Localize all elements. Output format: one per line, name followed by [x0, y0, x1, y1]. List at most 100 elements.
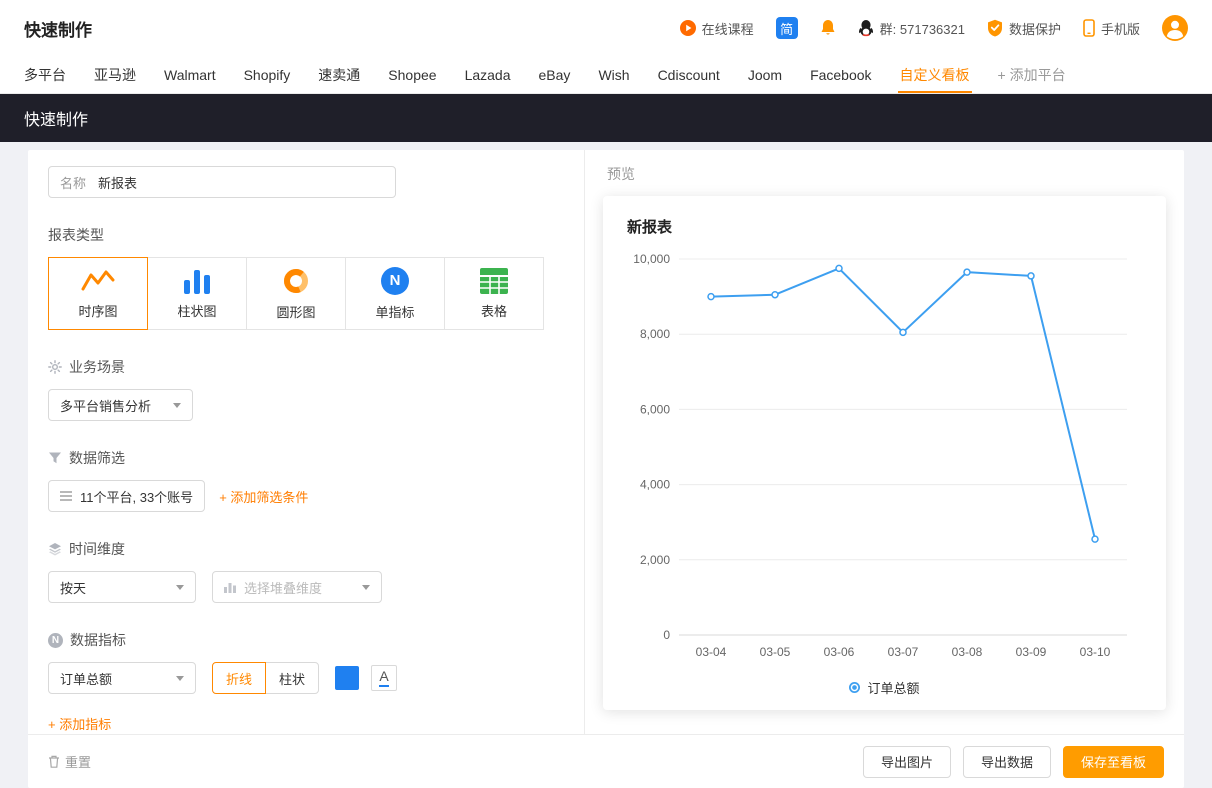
preview-card: 新报表 02,0004,0006,0008,00010,00003-0403-0… [603, 196, 1166, 710]
user-avatar[interactable] [1162, 15, 1188, 41]
data-filter-heading: 数据筛选 [48, 448, 564, 468]
page-title: 快速制作 [24, 106, 88, 130]
layers-icon [48, 542, 62, 556]
donut-chart-icon [282, 267, 310, 295]
metric-select[interactable]: 订单总额 [48, 662, 196, 694]
svg-text:03-07: 03-07 [888, 645, 919, 659]
tab-lazada[interactable]: Lazada [451, 56, 525, 93]
mobile-version-link[interactable]: 手机版 [1083, 19, 1140, 38]
report-name-label: 名称 [60, 173, 86, 192]
filter-summary-text: 11个平台, 33个账号 [80, 487, 193, 506]
online-course-label: 在线课程 [702, 19, 754, 38]
business-scene-value: 多平台销售分析 [60, 396, 151, 415]
svg-text:10,000: 10,000 [633, 252, 670, 266]
color-swatch-button[interactable] [335, 666, 359, 690]
chart-type-pie[interactable]: 圆形图 [246, 257, 346, 330]
action-bar: 重置 导出图片 导出数据 保存至看板 [28, 734, 1184, 788]
metric-circle-icon: N [48, 633, 63, 648]
svg-text:6,000: 6,000 [640, 402, 670, 416]
business-scene-heading: 业务场景 [48, 357, 564, 377]
tab-aliexpress[interactable]: 速卖通 [304, 56, 374, 93]
data-metrics-heading-text: 数据指标 [70, 630, 126, 650]
chart-type-selector: 时序图 柱状图 圆形图 N 单指标 [48, 257, 564, 330]
top-header: 快速制作 在线课程 简 群: 571736321 数据保护 手机版 [0, 0, 1212, 56]
simplified-chinese-badge[interactable]: 简 [776, 17, 798, 39]
reset-label: 重置 [65, 752, 91, 771]
tab-wish[interactable]: Wish [584, 56, 643, 93]
mobile-version-label: 手机版 [1101, 19, 1140, 38]
svg-text:03-08: 03-08 [952, 645, 983, 659]
chart-type-single-metric[interactable]: N 单指标 [345, 257, 445, 330]
chart-type-table[interactable]: 表格 [444, 257, 544, 330]
chart-type-label: 圆形图 [276, 302, 315, 321]
platform-tabs: 多平台 亚马逊 Walmart Shopify 速卖通 Shopee Lazad… [0, 56, 1212, 94]
business-scene-select[interactable]: 多平台销售分析 [48, 389, 193, 421]
stack-dimension-select[interactable]: 选择堆叠维度 [212, 571, 382, 603]
font-color-letter: A [379, 669, 388, 686]
chart-type-label: 表格 [481, 301, 507, 320]
qq-group-label: 群: 571736321 [880, 19, 965, 38]
add-metric-link[interactable]: + 添加指标 [48, 714, 111, 733]
svg-text:8,000: 8,000 [640, 327, 670, 341]
time-dimension-heading: 时间维度 [48, 539, 564, 559]
font-color-button[interactable]: A [371, 665, 397, 691]
export-data-button[interactable]: 导出数据 [963, 746, 1051, 778]
metric-value: 订单总额 [60, 669, 112, 688]
series-style-toggle-group: 折线 柱状 [212, 662, 319, 694]
business-scene-heading-text: 业务场景 [69, 357, 125, 377]
tab-ebay[interactable]: eBay [525, 56, 585, 93]
filter-summary-button[interactable]: 11个平台, 33个账号 [48, 480, 205, 512]
tab-joom[interactable]: Joom [734, 56, 796, 93]
svg-text:4,000: 4,000 [640, 478, 670, 492]
data-filter-heading-text: 数据筛选 [69, 448, 125, 468]
chart-type-timeseries[interactable]: 时序图 [48, 257, 148, 330]
trash-icon [48, 755, 60, 768]
tab-walmart[interactable]: Walmart [150, 56, 230, 93]
export-image-button[interactable]: 导出图片 [863, 746, 951, 778]
add-platform-button[interactable]: + 添加平台 [984, 56, 1080, 93]
add-filter-link[interactable]: + 添加筛选条件 [219, 487, 308, 506]
tab-cdiscount[interactable]: Cdiscount [644, 56, 734, 93]
chart-type-bar[interactable]: 柱状图 [147, 257, 247, 330]
time-dimension-heading-text: 时间维度 [69, 539, 125, 559]
online-course-button[interactable]: 在线课程 [680, 19, 754, 38]
preview-panel: 预览 新报表 02,0004,0006,0008,00010,00003-040… [585, 150, 1184, 734]
stack-dimension-placeholder: 选择堆叠维度 [244, 578, 322, 597]
tab-facebook[interactable]: Facebook [796, 56, 885, 93]
line-style-toggle[interactable]: 折线 [212, 662, 266, 694]
phone-icon [1083, 19, 1095, 37]
notification-bell-icon[interactable] [820, 19, 836, 37]
data-metrics-heading: N 数据指标 [48, 630, 564, 650]
play-circle-icon [680, 20, 696, 36]
table-icon [480, 268, 508, 294]
single-metric-icon: N [381, 267, 409, 295]
qq-group-link[interactable]: 群: 571736321 [858, 19, 965, 38]
tab-custom-dashboard[interactable]: 自定义看板 [886, 56, 984, 93]
reset-button[interactable]: 重置 [48, 752, 91, 771]
tab-shopify[interactable]: Shopify [230, 56, 305, 93]
svg-text:03-09: 03-09 [1016, 645, 1047, 659]
data-protection-link[interactable]: 数据保护 [987, 19, 1061, 38]
preview-line-chart: 02,0004,0006,0008,00010,00003-0403-0503-… [621, 243, 1143, 673]
legend-label: 订单总额 [867, 678, 919, 697]
time-granularity-select[interactable]: 按天 [48, 571, 196, 603]
app-title: 快速制作 [24, 16, 92, 41]
bar-chart-icon [182, 268, 212, 294]
svg-text:03-05: 03-05 [760, 645, 791, 659]
save-to-dashboard-button[interactable]: 保存至看板 [1063, 746, 1164, 778]
tab-amazon[interactable]: 亚马逊 [80, 56, 150, 93]
legend-marker-icon [849, 682, 860, 693]
report-config-panel: 名称 新报表 报表类型 时序图 柱状图 [28, 150, 585, 734]
chevron-down-icon [176, 585, 184, 590]
chevron-down-icon [176, 676, 184, 681]
time-granularity-value: 按天 [60, 578, 86, 597]
list-icon [60, 491, 72, 501]
report-type-heading-text: 报表类型 [48, 225, 104, 245]
report-name-field[interactable]: 名称 新报表 [48, 166, 396, 198]
svg-text:03-06: 03-06 [824, 645, 855, 659]
tab-shopee[interactable]: Shopee [374, 56, 450, 93]
tab-multi-platform[interactable]: 多平台 [10, 56, 80, 93]
quick-create-card: 名称 新报表 报表类型 时序图 柱状图 [28, 150, 1184, 788]
chart-legend[interactable]: 订单总额 [621, 678, 1148, 697]
bar-style-toggle[interactable]: 柱状 [265, 662, 319, 694]
